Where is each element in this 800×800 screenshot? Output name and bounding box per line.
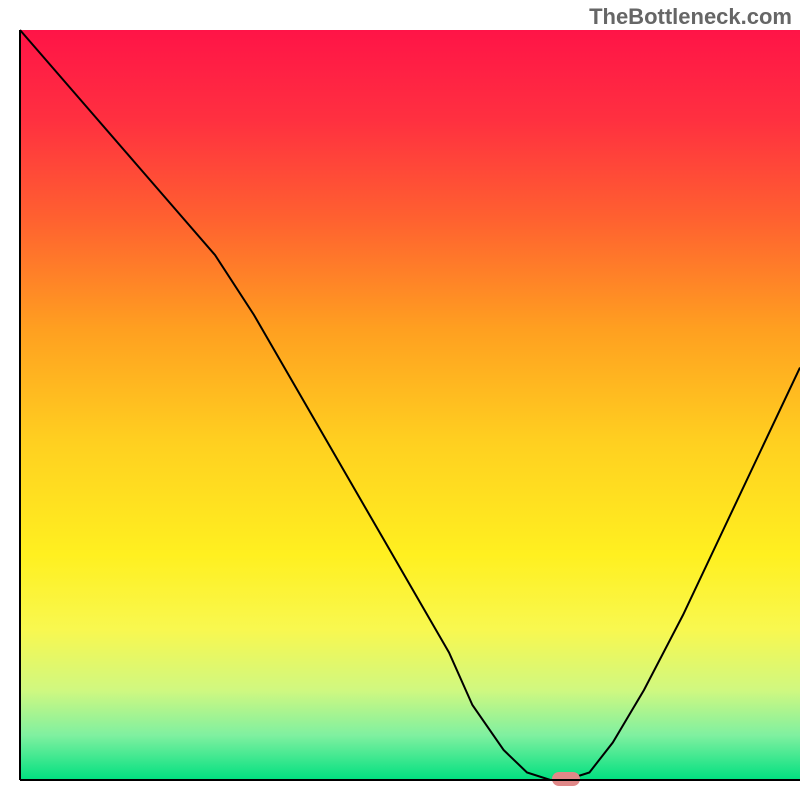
watermark-text: TheBottleneck.com xyxy=(589,4,792,30)
bottleneck-chart: TheBottleneck.com xyxy=(0,0,800,800)
chart-svg xyxy=(0,0,800,800)
plot-background xyxy=(20,30,800,780)
